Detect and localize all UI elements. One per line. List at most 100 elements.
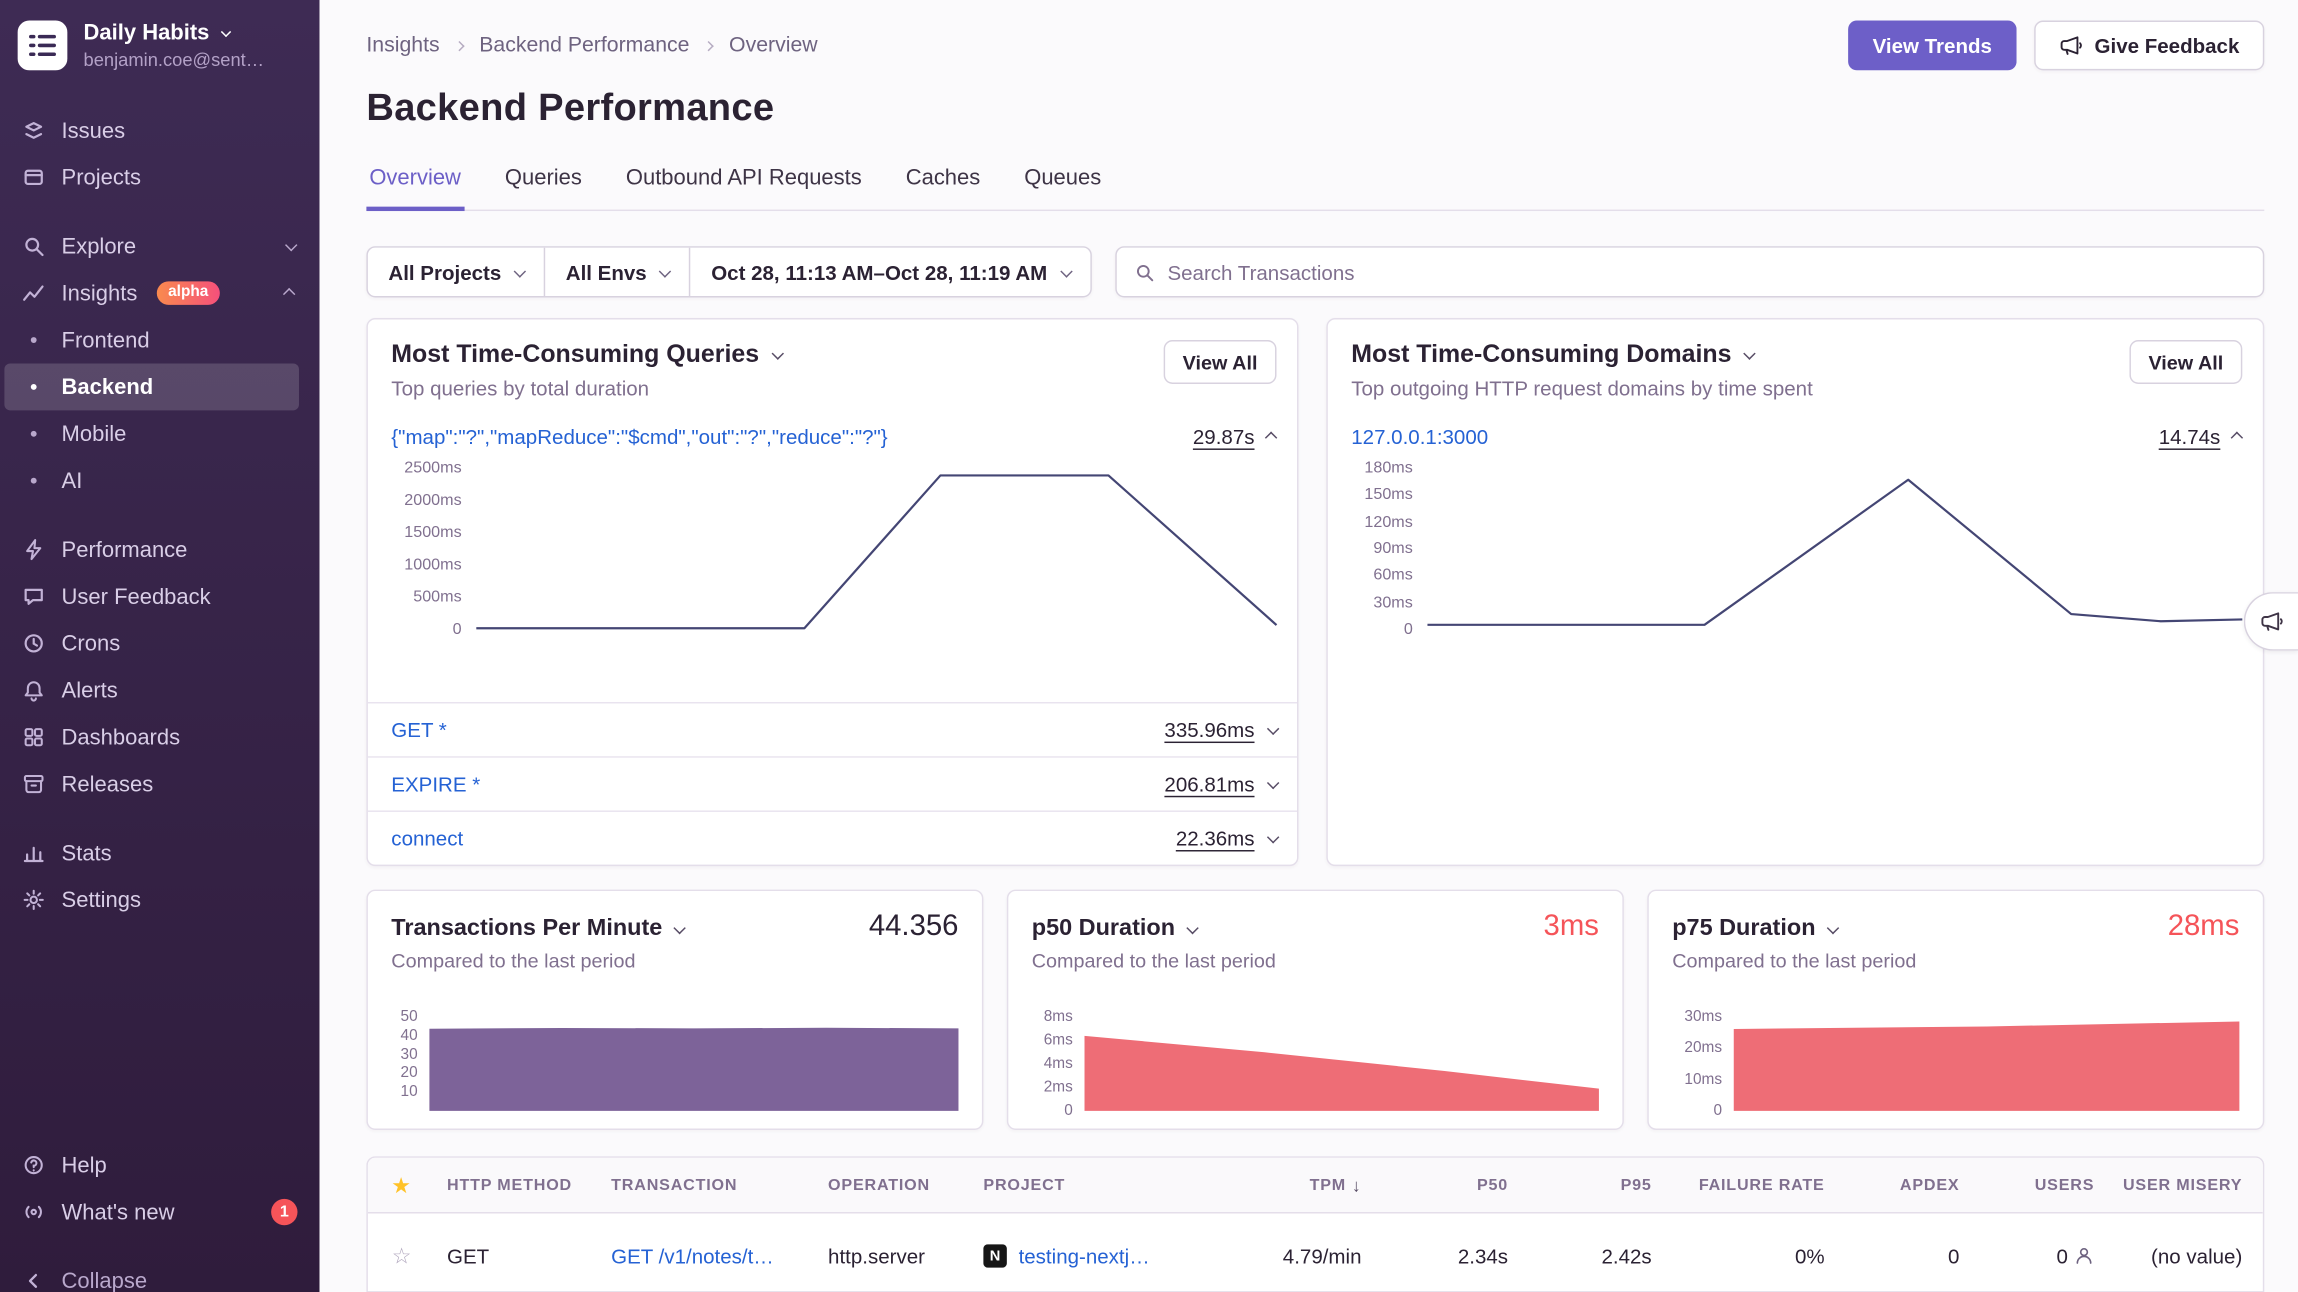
sidebar-collapse-button[interactable]: Collapse bbox=[0, 1257, 319, 1292]
search-input[interactable] bbox=[1167, 260, 2245, 283]
archive-icon bbox=[22, 772, 45, 795]
help-icon bbox=[22, 1153, 45, 1176]
project-filter-label: All Projects bbox=[388, 260, 501, 283]
sidebar-item-settings[interactable]: Settings bbox=[0, 876, 319, 923]
sidebar-item-ai[interactable]: AI bbox=[0, 457, 319, 504]
domains-panel-title-dropdown[interactable]: Most Time-Consuming Domains bbox=[1351, 340, 2129, 369]
sidebar-item-dashboards[interactable]: Dashboards bbox=[0, 714, 319, 761]
environment-filter-label: All Envs bbox=[566, 260, 647, 283]
p50-title-dropdown[interactable]: p50 Duration bbox=[1032, 916, 1196, 942]
query-total-value: 29.87s bbox=[1193, 425, 1255, 448]
tab-queries[interactable]: Queries bbox=[502, 166, 585, 211]
domains-panel-title: Most Time-Consuming Domains bbox=[1351, 340, 1731, 369]
column-header-tpm[interactable]: TPM ↓ bbox=[1200, 1175, 1373, 1196]
sidebar-item-crons[interactable]: Crons bbox=[0, 620, 319, 667]
column-header-p50[interactable]: P50 bbox=[1373, 1176, 1520, 1194]
domain-link[interactable]: 127.0.0.1:3000 bbox=[1351, 425, 1488, 448]
users-count: 0 bbox=[2056, 1244, 2067, 1267]
tab-caches[interactable]: Caches bbox=[903, 166, 983, 211]
date-range-dropdown[interactable]: Oct 28, 11:13 AM–Oct 28, 11:19 AM bbox=[691, 248, 1090, 296]
tab-queues[interactable]: Queues bbox=[1021, 166, 1104, 211]
sidebar-item-label: Mobile bbox=[62, 421, 127, 446]
p75-title-dropdown[interactable]: p75 Duration bbox=[1672, 916, 1836, 942]
sidebar-item-mobile[interactable]: Mobile bbox=[0, 410, 319, 457]
queries-panel-subtitle: Top queries by total duration bbox=[391, 377, 1163, 400]
search-box bbox=[1115, 246, 2265, 297]
query-series-row: {"map":"?","mapReduce":"$cmd","out":"?",… bbox=[368, 400, 1297, 448]
view-trends-button[interactable]: View Trends bbox=[1848, 21, 2017, 71]
query-link[interactable]: EXPIRE * bbox=[391, 772, 480, 795]
sidebar-item-frontend[interactable]: Frontend bbox=[0, 317, 319, 364]
p50-chart-y-axis: 8ms6ms4ms2ms0 bbox=[1032, 1017, 1085, 1111]
tpm-cell: 4.79/min bbox=[1200, 1244, 1373, 1267]
sidebar-item-issues[interactable]: Issues bbox=[0, 107, 319, 154]
breadcrumb: Insights Backend Performance Overview bbox=[366, 34, 817, 57]
column-header-p95[interactable]: P95 bbox=[1520, 1176, 1664, 1194]
column-header-transaction[interactable]: TRANSACTION bbox=[599, 1176, 816, 1194]
sidebar-item-releases[interactable]: Releases bbox=[0, 761, 319, 808]
apdex-cell: 0 bbox=[1836, 1244, 1971, 1267]
sidebar-item-whats-new[interactable]: What's new 1 bbox=[0, 1189, 319, 1236]
tab-overview[interactable]: Overview bbox=[366, 166, 463, 211]
breadcrumb-overview[interactable]: Overview bbox=[729, 34, 818, 57]
queries-view-all-button[interactable]: View All bbox=[1164, 340, 1277, 384]
queries-panel: Most Time-Consuming Queries Top queries … bbox=[366, 318, 1298, 866]
queries-panel-title-dropdown[interactable]: Most Time-Consuming Queries bbox=[391, 340, 1163, 369]
column-header-failure-rate[interactable]: FAILURE RATE bbox=[1663, 1176, 1836, 1194]
tpm-chart-y-axis: 5040302010 bbox=[391, 1017, 429, 1111]
breadcrumb-backend-performance[interactable]: Backend Performance bbox=[479, 34, 689, 57]
tab-bar: Overview Queries Outbound API Requests C… bbox=[366, 166, 2264, 211]
domain-total-toggle[interactable]: 14.74s bbox=[2159, 425, 2243, 448]
sidebar-item-performance[interactable]: Performance bbox=[0, 526, 319, 573]
column-header-user-misery[interactable]: USER MISERY bbox=[2106, 1176, 2263, 1194]
project-link[interactable]: testing-nextj… bbox=[1019, 1244, 1150, 1267]
project-filter-dropdown[interactable]: All Projects bbox=[368, 248, 545, 296]
chevron-down-icon bbox=[1267, 723, 1279, 735]
query-link[interactable]: {"map":"?","mapReduce":"$cmd","out":"?",… bbox=[391, 425, 887, 448]
sidebar-item-label: Dashboards bbox=[62, 725, 181, 750]
sidebar-item-insights[interactable]: Insights alpha bbox=[0, 270, 319, 317]
app-window: Daily Habits benjamin.coe@sent… Issues P… bbox=[0, 0, 2298, 1292]
bullet-icon bbox=[31, 478, 37, 484]
query-total-toggle[interactable]: 206.81ms bbox=[1164, 772, 1276, 795]
chevron-down-icon bbox=[659, 265, 671, 277]
sidebar-item-user-feedback[interactable]: User Feedback bbox=[0, 573, 319, 620]
breadcrumb-insights[interactable]: Insights bbox=[366, 34, 439, 57]
environment-filter-dropdown[interactable]: All Envs bbox=[545, 248, 690, 296]
query-link[interactable]: connect bbox=[391, 827, 463, 850]
sidebar-item-stats[interactable]: Stats bbox=[0, 830, 319, 877]
column-header-project[interactable]: PROJECT bbox=[972, 1176, 1201, 1194]
tpm-title-dropdown[interactable]: Transactions Per Minute bbox=[391, 916, 683, 942]
org-switcher[interactable]: Daily Habits benjamin.coe@sent… bbox=[0, 0, 319, 79]
panel-row: Most Time-Consuming Queries Top queries … bbox=[366, 318, 2264, 866]
column-header-users[interactable]: USERS bbox=[1971, 1176, 2106, 1194]
query-total-toggle[interactable]: 22.36ms bbox=[1176, 827, 1277, 850]
column-header-operation[interactable]: OPERATION bbox=[816, 1176, 971, 1194]
queries-panel-title: Most Time-Consuming Queries bbox=[391, 340, 759, 369]
sidebar-item-label: Help bbox=[62, 1153, 107, 1178]
org-email: benjamin.coe@sent… bbox=[84, 50, 265, 71]
query-link[interactable]: GET * bbox=[391, 718, 447, 741]
give-feedback-button[interactable]: Give Feedback bbox=[2034, 21, 2264, 71]
sidebar-item-alerts[interactable]: Alerts bbox=[0, 667, 319, 714]
user-misery-cell: (no value) bbox=[2106, 1244, 2263, 1267]
domains-view-all-button[interactable]: View All bbox=[2129, 340, 2242, 384]
sidebar-item-help[interactable]: Help bbox=[0, 1142, 319, 1189]
sidebar-item-projects[interactable]: Projects bbox=[0, 154, 319, 201]
user-icon bbox=[2074, 1246, 2095, 1267]
bullet-icon bbox=[31, 384, 37, 390]
sidebar-item-explore[interactable]: Explore bbox=[0, 223, 319, 270]
column-header-apdex[interactable]: APDEX bbox=[1836, 1176, 1971, 1194]
query-total-toggle[interactable]: 335.96ms bbox=[1164, 718, 1276, 741]
query-total-toggle[interactable]: 29.87s bbox=[1193, 425, 1277, 448]
column-header-http-method[interactable]: HTTP METHOD bbox=[435, 1176, 599, 1194]
favorite-star-toggle[interactable]: ☆ bbox=[368, 1243, 435, 1269]
tab-outbound-api-requests[interactable]: Outbound API Requests bbox=[623, 166, 865, 211]
floating-feedback-button[interactable] bbox=[2244, 592, 2298, 651]
sidebar-item-backend[interactable]: Backend bbox=[4, 363, 299, 410]
transaction-link[interactable]: GET /v1/notes/t… bbox=[599, 1244, 816, 1267]
p50-chart-plot bbox=[1085, 1017, 1599, 1111]
filter-group: All Projects All Envs Oct 28, 11:13 AM–O… bbox=[366, 246, 1091, 297]
chevron-up-icon bbox=[2231, 432, 2243, 444]
tpm-title: Transactions Per Minute bbox=[391, 916, 662, 942]
